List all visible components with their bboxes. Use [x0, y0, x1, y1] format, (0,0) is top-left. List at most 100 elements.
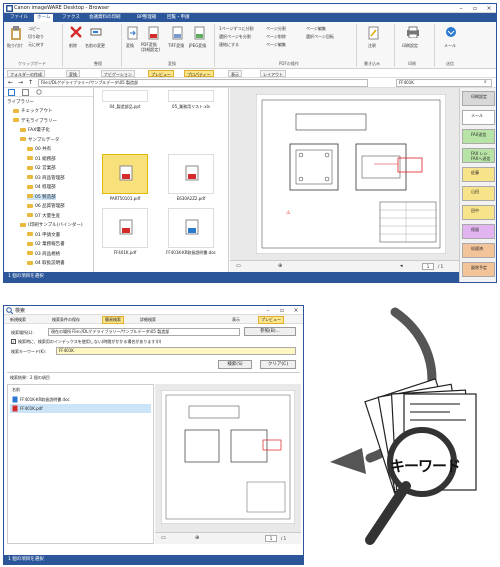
back-icon[interactable]: ←: [8, 79, 13, 86]
tab-file[interactable]: ファイル: [7, 14, 31, 22]
tiff-convert-button[interactable]: TIFF変換: [168, 43, 184, 49]
mail-button[interactable]: メール: [444, 43, 456, 49]
file-thumbnail[interactable]: [168, 90, 214, 102]
jpeg-convert-button[interactable]: JPEG変換: [189, 43, 206, 49]
tree-item[interactable]: 01 総務部: [27, 156, 56, 162]
new-folder-button[interactable]: フォルダーの作成: [7, 70, 45, 77]
page-delete-button[interactable]: ページ削除: [266, 34, 286, 40]
result-row[interactable]: FF401K.pdf: [10, 404, 151, 413]
maximize-button[interactable]: ▫: [468, 4, 482, 13]
tree-item[interactable]: チェックアウト: [13, 108, 53, 114]
tree-item[interactable]: 07 大量生産: [27, 213, 60, 219]
tray-item[interactable]: FAX レシ FAXへ送信: [462, 148, 495, 163]
tab-home[interactable]: ホーム: [34, 14, 54, 22]
library-icon[interactable]: [8, 89, 15, 96]
paste-icon[interactable]: [10, 26, 22, 40]
tree-item[interactable]: 06 品質管理部: [27, 203, 65, 209]
mail-icon[interactable]: [444, 26, 458, 38]
pdf-convert-button[interactable]: PDF変換 (詳細設定): [141, 42, 160, 52]
tiff-convert-icon[interactable]: [172, 26, 183, 40]
tray-item[interactable]: 保留: [462, 224, 495, 239]
jpeg-convert-icon[interactable]: [194, 26, 205, 40]
page-edit-2-button[interactable]: ページ編集: [306, 26, 326, 32]
search-icon[interactable]: ⌕: [484, 79, 487, 85]
tree-item[interactable]: FAX電子化: [20, 127, 50, 133]
navigation-toggle[interactable]: ナビゲーション: [101, 70, 135, 77]
search-tree-icon[interactable]: [36, 89, 43, 96]
undo-button[interactable]: 元に戻す: [28, 42, 44, 48]
dialog-maximize-button[interactable]: ▫: [275, 306, 289, 315]
tree-item[interactable]: サンプルデータ: [20, 137, 59, 143]
tab-meeting-print[interactable]: 会議資料の印刷: [86, 14, 124, 22]
browse-button[interactable]: 参照(B)...: [244, 327, 296, 336]
file-thumbnail[interactable]: [102, 208, 148, 248]
keyword-field[interactable]: FF401K: [56, 347, 296, 355]
print-settings-button[interactable]: 印刷設定: [402, 43, 418, 49]
file-thumbnail[interactable]: [102, 90, 148, 102]
file-thumbnail[interactable]: [168, 154, 214, 194]
quick-search-button[interactable]: 簡易検索: [102, 316, 124, 324]
layout-dropdown[interactable]: レイアウト: [260, 70, 286, 77]
note-icon[interactable]: [368, 26, 379, 40]
new-search-button[interactable]: 新規検索: [10, 317, 26, 323]
convert-button[interactable]: 変換: [126, 43, 134, 49]
tree-item[interactable]: (印刷サンプル(バインダー): [20, 222, 83, 228]
dialog-fit-icon[interactable]: ▭: [161, 535, 166, 541]
forward-icon[interactable]: →: [18, 79, 23, 86]
tray-item[interactable]: 処理済: [462, 243, 495, 258]
tray-item[interactable]: 山田: [462, 186, 495, 201]
tree-item[interactable]: 05 製造部: [27, 193, 56, 200]
tray-item[interactable]: 佐藤: [462, 167, 495, 182]
search-field[interactable]: FF401K: [396, 79, 492, 87]
location-field[interactable]: 現在の場所 File://DLゲデライブラリー/サンプルデータ\05 製造部: [48, 328, 240, 336]
cut-button[interactable]: 切り取り: [28, 34, 44, 40]
fit-page-icon[interactable]: ▭: [236, 263, 241, 269]
printer-icon[interactable]: [406, 26, 420, 38]
convert-dropdown[interactable]: 変換: [66, 70, 80, 77]
tray-item[interactable]: 田中: [462, 205, 495, 220]
rename-icon[interactable]: [90, 26, 102, 38]
tray-item[interactable]: 印刷設定: [462, 91, 495, 106]
tree-item[interactable]: 02 業務報告書: [27, 241, 65, 247]
tray-item[interactable]: FAX送信: [462, 129, 495, 144]
paste-label[interactable]: 貼り付け: [7, 43, 23, 49]
tree-item[interactable]: 03 商品規格: [27, 251, 60, 257]
insert-pages-button[interactable]: 選択ページを分割: [219, 34, 251, 40]
page-edit-button[interactable]: ページ編集: [266, 42, 286, 48]
save-conditions-button[interactable]: 検索条件の保存: [52, 317, 80, 323]
name-column-header[interactable]: 名前: [12, 387, 20, 393]
tree-item[interactable]: 01 申請文書: [27, 232, 60, 238]
delete-icon[interactable]: [70, 26, 82, 38]
tree-item[interactable]: 02 営業部: [27, 165, 56, 171]
detail-search-button[interactable]: 詳細検索: [140, 317, 156, 323]
zoom-icon[interactable]: ⊕: [278, 263, 282, 269]
note-button[interactable]: 注釈: [368, 43, 376, 49]
dialog-page-field[interactable]: 1: [265, 535, 277, 542]
dialog-view-button[interactable]: 表示: [232, 317, 240, 323]
tray-item[interactable]: 副除予定: [462, 262, 495, 277]
prev-page-icon[interactable]: ◂: [400, 263, 403, 269]
result-row[interactable]: FF401K-KR取扱説明書.doc: [10, 395, 151, 404]
merge-button[interactable]: 連結にする: [219, 42, 239, 48]
minimize-button[interactable]: –: [454, 4, 468, 13]
address-field[interactable]: File://DLゲデライブラリー/サンプルデータ\05 製造部: [38, 79, 368, 87]
preview-toggle[interactable]: プレビュー: [148, 70, 174, 77]
tree-item[interactable]: 04 取扱説明書: [27, 260, 65, 266]
tree-item[interactable]: 00 共有: [27, 146, 51, 152]
select-page-rotate-button[interactable]: 選択ページ回転: [306, 34, 334, 40]
dialog-minimize-button[interactable]: –: [261, 306, 275, 315]
tab-circulation[interactable]: 回覧・申請: [164, 14, 193, 22]
up-icon[interactable]: ↑: [28, 79, 33, 86]
view-dropdown[interactable]: 表示: [228, 70, 242, 77]
pdf-convert-icon[interactable]: [148, 26, 159, 40]
page-split-button[interactable]: ページ分割: [266, 26, 286, 32]
rename-button[interactable]: 名前の変更: [85, 43, 105, 49]
copy-button[interactable]: コピー: [28, 26, 40, 32]
close-button[interactable]: ×: [482, 4, 496, 13]
dialog-zoom-icon[interactable]: ⊕: [195, 535, 199, 541]
split-pages-button[interactable]: 1ページずつに分割: [219, 26, 253, 32]
dialog-preview-button[interactable]: プレビュー: [258, 316, 284, 324]
convert-icon[interactable]: [127, 26, 138, 40]
search-button[interactable]: 検索(S): [218, 360, 252, 369]
delete-button[interactable]: 削除: [69, 43, 77, 49]
